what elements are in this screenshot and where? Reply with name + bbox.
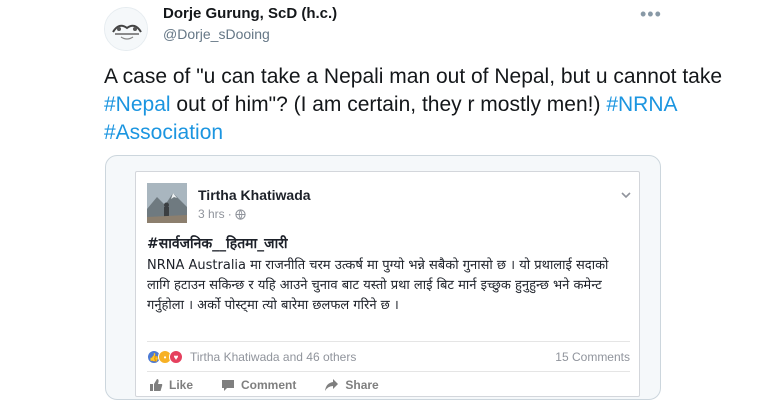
post-actions: Like Comment Share: [147, 372, 630, 398]
reactions-bar: 👍 • ♥ Tirtha Khatiwada and 46 others 15 …: [147, 347, 630, 367]
like-label: Like: [169, 378, 194, 392]
author-name[interactable]: Dorje Gurung, ScD (h.c.): [163, 5, 337, 22]
chevron-down-icon: [621, 192, 631, 199]
comments-count: 15 Comments: [555, 350, 630, 364]
post-hashtag: #सार्वजनिक__हितमा_जारी: [147, 236, 288, 252]
post-time: 3 hrs: [198, 207, 225, 221]
hashtag-link-association[interactable]: #Association: [104, 121, 223, 144]
mountain-photo-icon: [147, 183, 187, 223]
tweet: Dorje Gurung, ScD (h.c.) @Dorje_sDooing …: [0, 0, 768, 403]
post-author-avatar: [147, 183, 187, 223]
love-reaction-icon: ♥: [169, 350, 183, 364]
post-author-name: Tirtha Khatiwada: [198, 187, 311, 203]
divider: [147, 341, 630, 342]
reactions-count: Tirtha Khatiwada and 46 others: [190, 350, 357, 364]
post-body-text: NRNA Australia मा राजनीति चरम उत्कर्ष मा…: [147, 258, 609, 313]
meta-separator: ·: [227, 207, 232, 221]
post-body: #सार्वजनिक__हितमा_जारी NRNA Australia मा…: [147, 234, 633, 316]
facebook-post-screenshot: Tirtha Khatiwada 3 hrs · #सार्वजनिक__हित…: [135, 171, 640, 397]
comment-label: Comment: [241, 378, 297, 392]
post-meta: 3 hrs ·: [198, 207, 246, 221]
share-icon: [325, 379, 339, 391]
comment-action: Comment: [219, 378, 296, 392]
tweet-text-part: A case of "u can take a Nepali man out o…: [104, 65, 723, 88]
share-action: Share: [322, 378, 379, 392]
hashtag-link-nrna[interactable]: #NRNA: [606, 93, 676, 116]
tweet-text-part: out of him"? (I am certain, they r mostl…: [170, 93, 607, 116]
like-action: Like: [147, 378, 193, 392]
share-label: Share: [345, 378, 379, 392]
comment-icon: [222, 380, 235, 391]
hashtag-link-nepal[interactable]: #Nepal: [104, 93, 171, 116]
avatar-logo-icon: [105, 8, 147, 50]
author-avatar[interactable]: [104, 7, 148, 51]
reaction-icons: 👍 • ♥: [147, 350, 183, 364]
thumbs-up-icon: [150, 379, 163, 391]
globe-icon: [235, 208, 246, 220]
author-handle[interactable]: @Dorje_sDooing: [163, 26, 270, 42]
embedded-image-card[interactable]: Tirtha Khatiwada 3 hrs · #सार्वजनिक__हित…: [105, 155, 661, 400]
tweet-text: A case of "u can take a Nepali man out o…: [104, 63, 724, 147]
more-options-icon[interactable]: •••: [640, 4, 662, 25]
